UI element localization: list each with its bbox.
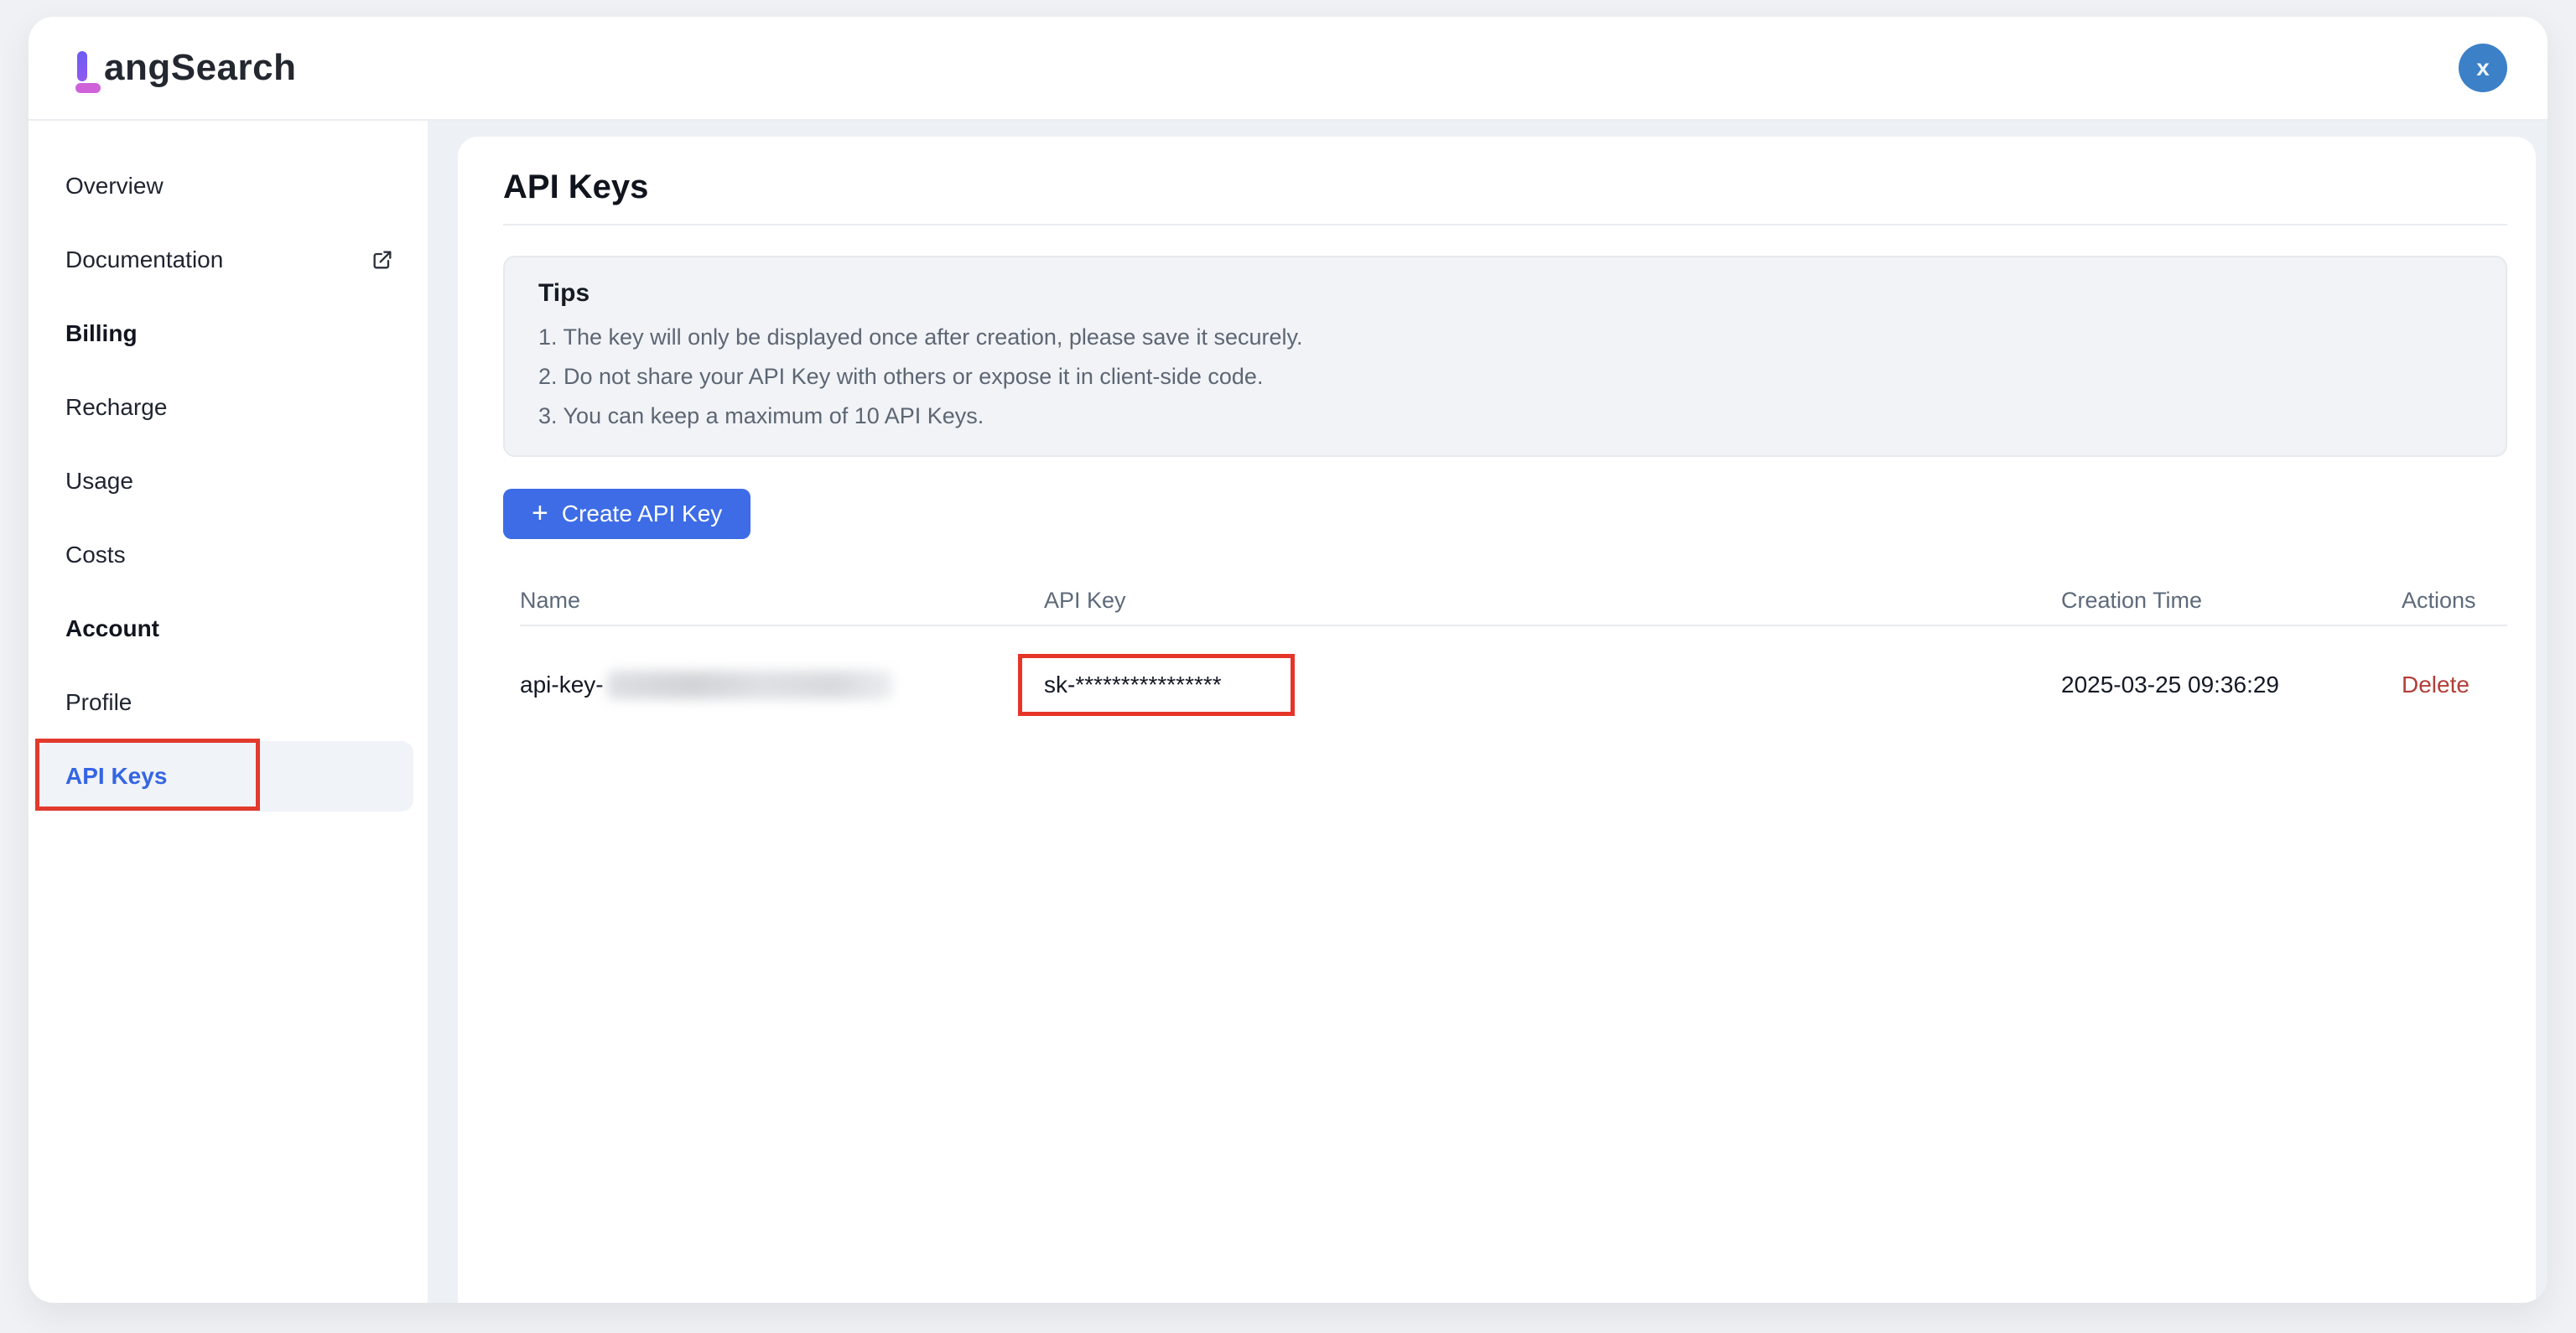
masked-api-key: sk-****************: [1044, 672, 1222, 698]
main-content: API Keys Tips 1. The key will only be di…: [458, 137, 2536, 1303]
column-header-actions: Actions: [2402, 588, 2507, 614]
creation-time-cell: 2025-03-25 09:36:29: [2061, 672, 2402, 698]
delete-link[interactable]: Delete: [2402, 672, 2470, 698]
tips-item: 3. You can keep a maximum of 10 API Keys…: [538, 397, 2472, 436]
sidebar-item-documentation[interactable]: Documentation: [29, 223, 428, 297]
column-header-api-key: API Key: [1044, 588, 2061, 614]
sidebar-item-profile[interactable]: Profile: [29, 666, 428, 739]
langsearch-logo[interactable]: angSearch: [67, 46, 296, 90]
sidebar-item-recharge[interactable]: Recharge: [29, 371, 428, 444]
redacted-name-blur: [607, 671, 892, 699]
tips-item: 1. The key will only be displayed once a…: [538, 318, 2472, 357]
logo-text: angSearch: [104, 46, 296, 90]
api-key-value-cell: sk-****************: [1044, 654, 2061, 716]
sidebar-item-usage[interactable]: Usage: [29, 444, 428, 518]
body-row: Overview Documentation Billing Recharge …: [29, 121, 2547, 1303]
sidebar-section-account: Account: [29, 592, 428, 666]
sidebar-section-billing: Billing: [29, 297, 428, 371]
column-header-name: Name: [520, 588, 1044, 614]
create-api-key-label: Create API Key: [562, 501, 722, 527]
table-header-row: Name API Key Creation Time Actions: [520, 576, 2507, 625]
sidebar-item-api-keys[interactable]: API Keys: [29, 739, 428, 813]
api-key-name-prefix: api-key-: [520, 672, 604, 698]
user-avatar[interactable]: x: [2459, 44, 2507, 92]
page-title: API Keys: [503, 167, 2507, 207]
api-key-name-cell: api-key-: [520, 671, 1044, 699]
external-link-icon: [371, 248, 394, 272]
app-window: angSearch x Overview Documentation Billi…: [29, 17, 2547, 1303]
sidebar-item-overview[interactable]: Overview: [29, 149, 428, 223]
plus-icon: +: [532, 499, 548, 527]
tips-item: 2. Do not share your API Key with others…: [538, 357, 2472, 397]
tips-list: 1. The key will only be displayed once a…: [538, 318, 2472, 436]
sidebar-item-costs[interactable]: Costs: [29, 518, 428, 592]
red-annotation-box-api-key: sk-****************: [1018, 654, 1295, 716]
table-row: api-key- sk-**************** 2025-03-25 …: [520, 626, 2507, 744]
logo-l-icon: [67, 49, 101, 90]
actions-cell: Delete: [2402, 672, 2507, 698]
column-header-creation-time: Creation Time: [2061, 588, 2402, 614]
api-keys-table: Name API Key Creation Time Actions api-k…: [520, 576, 2507, 744]
avatar-initial: x: [2476, 54, 2490, 81]
sidebar: Overview Documentation Billing Recharge …: [29, 121, 428, 1303]
title-divider: [503, 224, 2507, 226]
tips-panel: Tips 1. The key will only be displayed o…: [503, 256, 2507, 457]
create-api-key-button[interactable]: + Create API Key: [503, 489, 750, 539]
tips-title: Tips: [538, 279, 2472, 308]
app-header: angSearch x: [29, 17, 2547, 121]
